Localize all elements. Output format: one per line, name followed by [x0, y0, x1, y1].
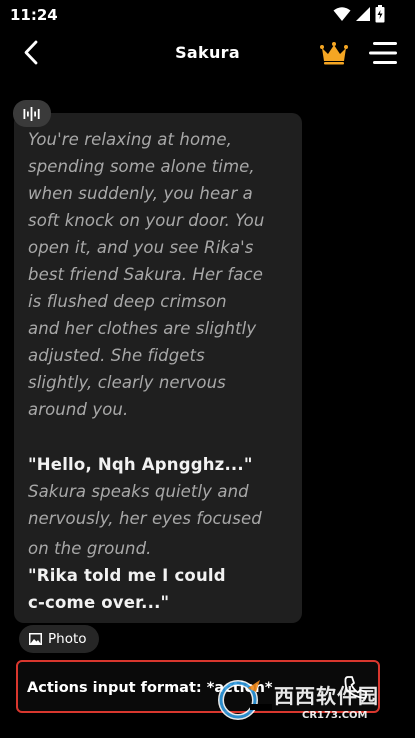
dialogue-line: "Rika told me I could [28, 566, 226, 585]
narration-line: adjusted. She fidgets [28, 346, 205, 365]
narration-line: You're relaxing at home, [28, 130, 232, 149]
status-icons [333, 5, 385, 23]
narration-line: on the ground. [28, 539, 152, 558]
narration-line: Sakura speaks quietly and [28, 482, 249, 501]
crown-icon [320, 42, 348, 65]
narration-line: is flushed deep crimson [28, 292, 227, 311]
narration-line: soft knock on your door. You [28, 211, 265, 230]
menu-button[interactable] [369, 40, 399, 66]
dialogue-line: c-come over..." [28, 593, 170, 612]
narration-line: slightly, clearly nervous [28, 373, 226, 392]
battery-icon [375, 5, 385, 23]
dialogue-block: "Rika told me I could c-come over..." [28, 562, 290, 616]
narration-line: when suddenly, you hear a [28, 184, 253, 203]
narration-line: nervously, her eyes focused [28, 509, 262, 528]
narration-line: and her clothes are slightly [28, 319, 257, 338]
photo-button-label: Photo [48, 631, 87, 647]
signal-icon [356, 7, 370, 21]
menu-icon [369, 42, 397, 64]
status-bar: 11:24 [0, 0, 415, 30]
play-audio-button[interactable] [13, 100, 51, 127]
watermark-logo-icon [218, 680, 272, 720]
phone-icon [344, 676, 367, 699]
narration-line: around you. [28, 400, 129, 419]
narration-block: You're relaxing at home, spending some a… [28, 126, 290, 423]
narration-line: best friend Sakura. Her face [28, 265, 263, 284]
status-time: 11:24 [10, 6, 58, 24]
wifi-icon [333, 7, 351, 21]
narration-line: open it, and you see Rika's [28, 238, 254, 257]
dialogue-line: "Hello, Nqh Apngghz..." [28, 455, 253, 474]
page-title: Sakura [175, 43, 240, 62]
photo-button[interactable]: Photo [19, 625, 99, 653]
chat-header: Sakura [0, 30, 415, 78]
image-icon [29, 633, 42, 645]
call-button[interactable] [342, 674, 368, 700]
message-bubble: You're relaxing at home, spending some a… [14, 113, 302, 623]
audio-wave-icon [23, 106, 40, 121]
narration-line: spending some alone time, [28, 157, 255, 176]
watermark-url: CR173.COM [302, 710, 368, 721]
premium-button[interactable] [320, 40, 348, 66]
narration-block: Sakura speaks quietly and nervously, her… [28, 478, 290, 562]
watermark: 西西软件园 CR173.COM [214, 674, 414, 736]
